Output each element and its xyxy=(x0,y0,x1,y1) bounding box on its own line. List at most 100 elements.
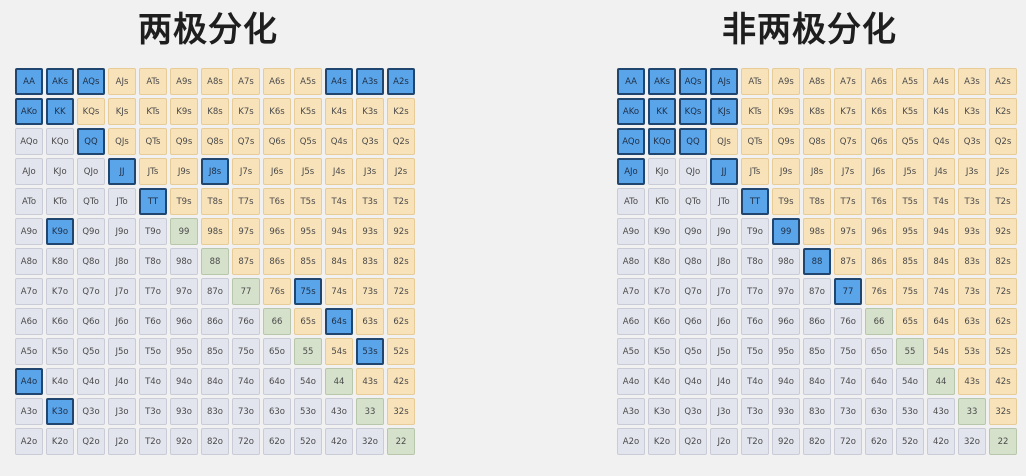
hand-cell-A6o: A6o xyxy=(617,308,645,335)
hand-cell-T2s: T2s xyxy=(387,188,415,215)
hand-cell-32s: 32s xyxy=(387,398,415,425)
hand-cell-K6s: K6s xyxy=(865,98,893,125)
hand-cell-A5o: A5o xyxy=(617,338,645,365)
hand-cell-A7o: A7o xyxy=(617,278,645,305)
hand-cell-63o: 63o xyxy=(263,398,291,425)
hand-cell-96s: 96s xyxy=(263,218,291,245)
hand-cell-83o: 83o xyxy=(201,398,229,425)
hand-cell-AQo: AQo xyxy=(15,128,43,155)
hand-cell-Q5s: Q5s xyxy=(896,128,924,155)
hand-cell-Q3s: Q3s xyxy=(356,128,384,155)
hand-cell-KJo: KJo xyxy=(46,158,74,185)
hand-cell-K8o: K8o xyxy=(46,248,74,275)
hand-cell-Q2s: Q2s xyxy=(989,128,1017,155)
hand-cell-98o: 98o xyxy=(170,248,198,275)
hand-cell-22: 22 xyxy=(387,428,415,455)
hand-cell-74s: 74s xyxy=(325,278,353,305)
hand-cell-QJs: QJs xyxy=(710,128,738,155)
hand-cell-QJo: QJo xyxy=(679,158,707,185)
hand-cell-J4o: J4o xyxy=(108,368,136,395)
hand-cell-K4o: K4o xyxy=(648,368,676,395)
hand-cell-42o: 42o xyxy=(927,428,955,455)
hand-cell-AJo: AJo xyxy=(617,158,645,185)
hand-cell-T4o: T4o xyxy=(139,368,167,395)
hand-cell-53o: 53o xyxy=(896,398,924,425)
hand-cell-AKo: AKo xyxy=(15,98,43,125)
hand-cell-87s: 87s xyxy=(834,248,862,275)
hand-cell-T2s: T2s xyxy=(989,188,1017,215)
hand-cell-KQo: KQo xyxy=(46,128,74,155)
hand-cell-T7s: T7s xyxy=(232,188,260,215)
hand-cell-99: 99 xyxy=(772,218,800,245)
hand-cell-43s: 43s xyxy=(958,368,986,395)
hand-cell-86s: 86s xyxy=(263,248,291,275)
hand-cell-98o: 98o xyxy=(772,248,800,275)
hand-cell-K2s: K2s xyxy=(989,98,1017,125)
hand-cell-77: 77 xyxy=(834,278,862,305)
hand-cell-Q5o: Q5o xyxy=(77,338,105,365)
hand-cell-QQ: QQ xyxy=(679,128,707,155)
hand-cell-K3s: K3s xyxy=(958,98,986,125)
hand-cell-T7o: T7o xyxy=(741,278,769,305)
hand-cell-84o: 84o xyxy=(803,368,831,395)
hand-cell-84o: 84o xyxy=(201,368,229,395)
hand-cell-T3o: T3o xyxy=(139,398,167,425)
hand-cell-A9o: A9o xyxy=(617,218,645,245)
hand-cell-K4o: K4o xyxy=(46,368,74,395)
hand-cell-73s: 73s xyxy=(958,278,986,305)
hand-cell-52s: 52s xyxy=(989,338,1017,365)
hand-cell-T4o: T4o xyxy=(741,368,769,395)
hand-cell-A4o: A4o xyxy=(617,368,645,395)
hand-cell-53o: 53o xyxy=(294,398,322,425)
hand-cell-A2o: A2o xyxy=(15,428,43,455)
hand-cell-T6s: T6s xyxy=(263,188,291,215)
hand-cell-54o: 54o xyxy=(896,368,924,395)
hand-cell-J3s: J3s xyxy=(356,158,384,185)
hand-cell-KTo: KTo xyxy=(648,188,676,215)
hand-cell-62s: 62s xyxy=(989,308,1017,335)
hand-matrix-linear: AA AKs AQs AJs ATs A9s A8s A7s A6s A5s A4s A3s A2s AK… xyxy=(617,68,1017,455)
hand-cell-88: 88 xyxy=(201,248,229,275)
hand-cell-A8o: A8o xyxy=(15,248,43,275)
hand-cell-A4s: A4s xyxy=(325,68,353,95)
hand-cell-82s: 82s xyxy=(989,248,1017,275)
hand-cell-J7s: J7s xyxy=(232,158,260,185)
hand-cell-J5o: J5o xyxy=(108,338,136,365)
hand-cell-K6o: K6o xyxy=(46,308,74,335)
hand-cell-T5o: T5o xyxy=(139,338,167,365)
hand-cell-97s: 97s xyxy=(834,218,862,245)
hand-cell-A7s: A7s xyxy=(834,68,862,95)
hand-cell-A8s: A8s xyxy=(803,68,831,95)
hand-cell-63s: 63s xyxy=(356,308,384,335)
hand-cell-92s: 92s xyxy=(989,218,1017,245)
hand-cell-AJs: AJs xyxy=(710,68,738,95)
hand-cell-86o: 86o xyxy=(201,308,229,335)
hand-cell-AJs: AJs xyxy=(108,68,136,95)
hand-cell-76o: 76o xyxy=(232,308,260,335)
hand-cell-93s: 93s xyxy=(958,218,986,245)
hand-cell-74s: 74s xyxy=(927,278,955,305)
hand-cell-97s: 97s xyxy=(232,218,260,245)
hand-cell-Q9o: Q9o xyxy=(77,218,105,245)
hand-cell-82o: 82o xyxy=(201,428,229,455)
hand-cell-87s: 87s xyxy=(232,248,260,275)
hand-cell-KK: KK xyxy=(46,98,74,125)
hand-cell-QJo: QJo xyxy=(77,158,105,185)
hand-cell-T3o: T3o xyxy=(741,398,769,425)
hand-cell-J5o: J5o xyxy=(710,338,738,365)
hand-cell-33: 33 xyxy=(958,398,986,425)
hand-cell-84s: 84s xyxy=(325,248,353,275)
hand-cell-K5o: K5o xyxy=(46,338,74,365)
hand-cell-Q2o: Q2o xyxy=(77,428,105,455)
hand-cell-QTo: QTo xyxy=(77,188,105,215)
hand-cell-J6o: J6o xyxy=(108,308,136,335)
hand-cell-87o: 87o xyxy=(803,278,831,305)
hand-cell-42s: 42s xyxy=(387,368,415,395)
hand-cell-94s: 94s xyxy=(325,218,353,245)
hand-cell-J7s: J7s xyxy=(834,158,862,185)
hand-cell-85s: 85s xyxy=(896,248,924,275)
hand-cell-A4s: A4s xyxy=(927,68,955,95)
hand-cell-33: 33 xyxy=(356,398,384,425)
hand-cell-A5s: A5s xyxy=(294,68,322,95)
hand-cell-J8s: J8s xyxy=(201,158,229,185)
